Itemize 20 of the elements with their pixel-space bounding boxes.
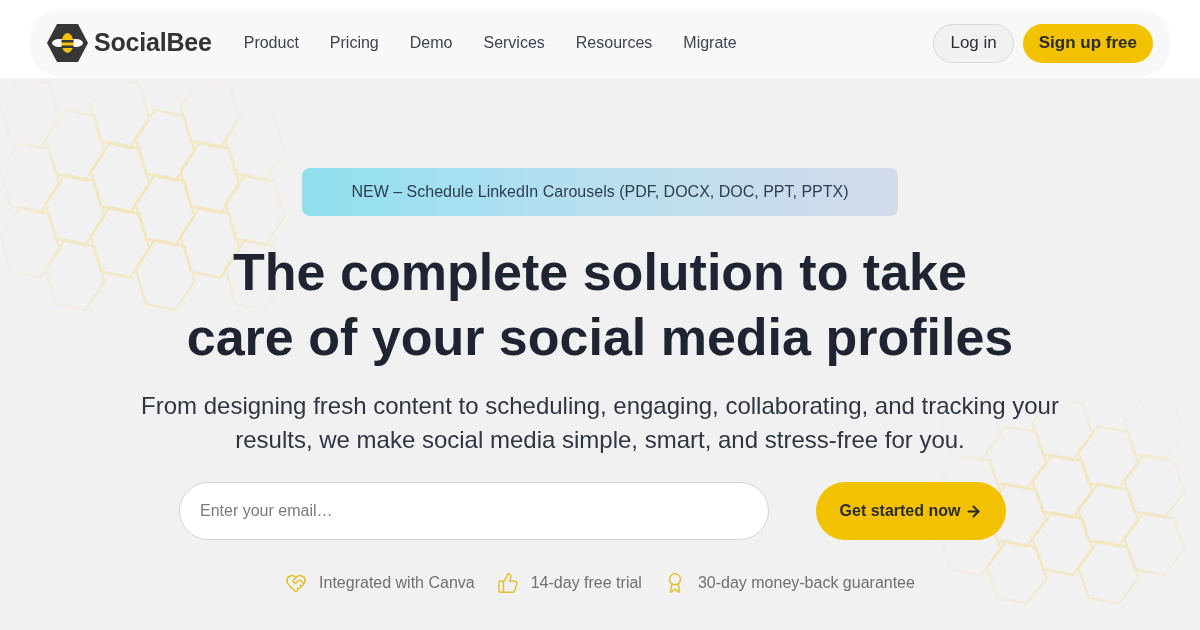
feature-label: 14-day free trial: [530, 573, 642, 593]
heart-handshake-icon: [285, 572, 308, 594]
nav-link[interactable]: Resources: [575, 31, 653, 55]
login-button[interactable]: Log in: [933, 23, 1014, 63]
nav-link[interactable]: Pricing: [329, 31, 379, 55]
nav-link[interactable]: Demo: [409, 31, 453, 55]
logo-wordmark[interactable]: SocialBee: [94, 24, 212, 62]
get-started-button[interactable]: Get started now: [816, 482, 1006, 540]
nav-link[interactable]: Services: [483, 31, 545, 55]
nav-link[interactable]: Migrate: [683, 31, 737, 55]
thumbs-up-icon: [496, 572, 519, 594]
announcement-banner[interactable]: NEW – Schedule LinkedIn Carousels (PDF, DOCX, DOC, PPT, PPTX): [302, 168, 898, 216]
feature-label: Integrated with Canva: [319, 573, 475, 593]
hero-heading: The complete solution to take care of your social media profiles: [185, 242, 1015, 368]
email-input-field[interactable]: Enter your email…: [179, 482, 769, 540]
feature-label: 30-day money-back guarantee: [697, 573, 915, 593]
bee-logo-icon: [47, 24, 88, 62]
nav-link[interactable]: Product: [243, 31, 299, 55]
signup-button[interactable]: Sign up free: [1022, 23, 1153, 63]
hero-subtitle: From designing fresh content to scheduling, engaging, collaborating, and tracking your results, we make social media simple, smart, and stress-free for you.: [140, 391, 1060, 455]
